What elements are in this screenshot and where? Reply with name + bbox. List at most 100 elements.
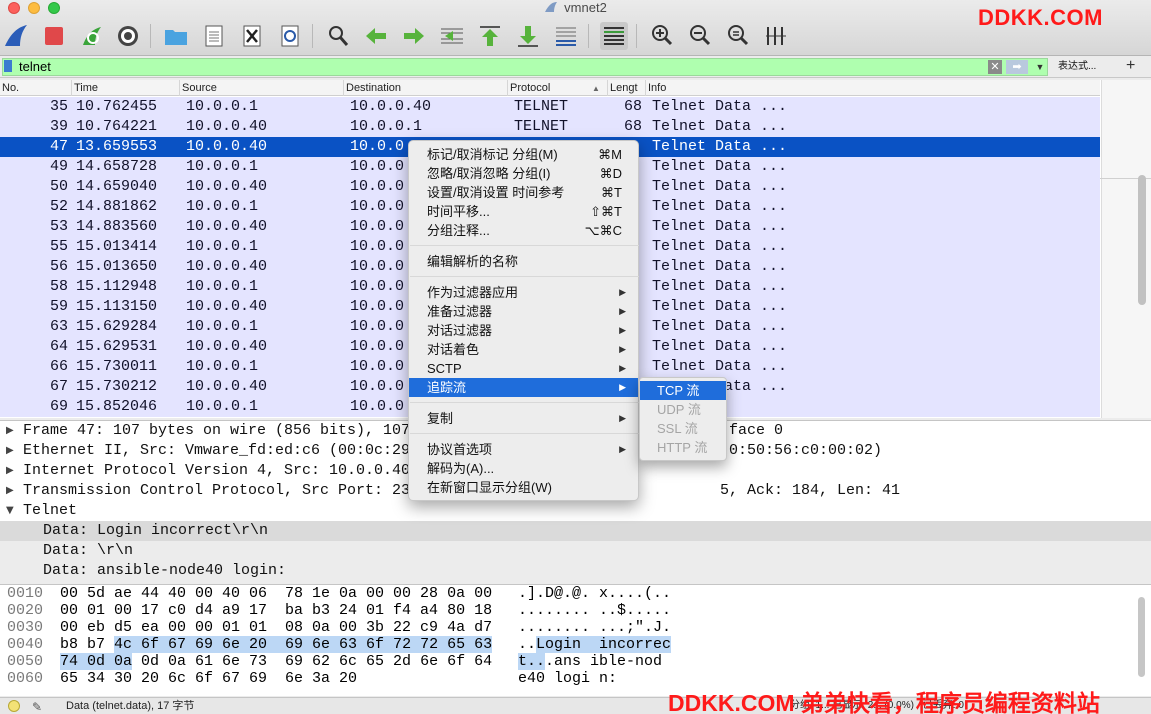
zoom-reset-icon[interactable] — [724, 22, 752, 50]
telnet-data-row[interactable]: Data: ansible-node40 login: — [0, 561, 1151, 581]
byte-offset: 0060 — [7, 670, 44, 687]
column-header-source[interactable]: Source — [180, 80, 344, 96]
ascii-bytes[interactable]: ..Login incorrec — [518, 636, 672, 653]
ascii-bytes[interactable]: ........ ..$..... — [518, 602, 671, 619]
packet-cell-info: Telnet Data ... — [652, 278, 788, 295]
packet-cell-info: Telnet Data ... — [652, 358, 788, 375]
ascii-segment: Login incorrec — [536, 636, 672, 653]
context-menu-item[interactable]: 标记/取消标记 分组(M) ⌘M — [409, 145, 638, 164]
context-menu-item[interactable]: 忽略/取消忽略 分组(I) ⌘D — [409, 164, 638, 183]
expert-info-led-icon[interactable] — [8, 700, 20, 712]
follow-stream-item[interactable]: TCP 流 — [640, 381, 726, 400]
packet-cell-time: 15.113150 — [76, 298, 158, 315]
goto-first-icon[interactable] — [476, 22, 504, 50]
bytes-row: 0010 00 5d ae 44 40 00 40 06 78 1e 0a 00 … — [0, 585, 1151, 602]
bookmark-icon[interactable] — [4, 60, 12, 72]
column-header-destination[interactable]: Destination — [344, 80, 508, 96]
packet-cell-no: 56 — [49, 258, 68, 275]
context-menu-item[interactable]: 准备过滤器 ▶ — [409, 302, 638, 321]
packet-cell-info: Telnet Data ... — [652, 178, 788, 195]
packet-row[interactable]: 39 10.764221 10.0.0.40 10.0.0.1 TELNET 68 Teln… — [0, 117, 1100, 137]
hex-bytes[interactable]: 00 5d ae 44 40 00 40 06 78 1e 0a 00 00 2… — [60, 585, 492, 602]
column-header-info[interactable]: Info — [646, 80, 1100, 96]
arrow-back-icon[interactable] — [362, 22, 390, 50]
context-menu-item[interactable]: 作为过滤器应用 ▶ — [409, 283, 638, 302]
ascii-bytes[interactable]: .].D@.@. x....(.. — [518, 585, 671, 602]
telnet-data-row[interactable]: Data: Login incorrect\r\n — [0, 521, 1151, 541]
context-menu-item[interactable]: SCTP ▶ — [409, 359, 638, 378]
hex-bytes[interactable]: 74 0d 0a 0d 0a 61 6e 73 69 62 6c 65 2d 6… — [60, 653, 492, 670]
add-filter-button[interactable]: + — [1126, 57, 1135, 75]
file-save-icon[interactable] — [200, 22, 228, 50]
resize-columns-icon[interactable] — [762, 22, 790, 50]
packet-cell-src: 10.0.0.40 — [186, 138, 268, 155]
context-menu-item[interactable]: 协议首选项 ▶ — [409, 440, 638, 459]
packet-cell-no: 50 — [49, 178, 68, 195]
stop-icon[interactable] — [40, 22, 68, 50]
collapsed-triangle-icon[interactable]: ▶ — [6, 481, 14, 501]
column-header-length[interactable]: Lengt — [608, 80, 646, 96]
packet-list-scroll-thumb[interactable] — [1138, 175, 1146, 305]
zoom-in-icon[interactable] — [648, 22, 676, 50]
context-menu-item[interactable]: 编辑解析的名称 — [409, 252, 638, 271]
arrow-forward-icon[interactable] — [400, 22, 428, 50]
packet-cell-no: 47 — [49, 138, 68, 155]
expanded-triangle-icon[interactable]: ▼ — [6, 501, 14, 521]
column-header-time[interactable]: Time — [72, 80, 180, 96]
packet-cell-dst: 10.0.0 — [350, 198, 405, 215]
context-menu-item[interactable]: 在新窗口显示分组(W) — [409, 478, 638, 497]
restart-icon[interactable] — [78, 22, 106, 50]
file-close-icon[interactable] — [238, 22, 266, 50]
packet-row[interactable]: 35 10.762455 10.0.0.1 10.0.0.40 TELNET 68 Teln… — [0, 97, 1100, 117]
apply-filter-icon[interactable]: ➡ — [1006, 60, 1028, 74]
detail-text: Internet Protocol Version 4, Src: 10.0.0… — [23, 462, 411, 479]
ascii-bytes[interactable]: e40 logi n: — [518, 670, 617, 687]
goto-packet-icon[interactable] — [438, 22, 466, 50]
autoscroll-icon[interactable] — [552, 22, 580, 50]
search-icon[interactable] — [324, 22, 352, 50]
packet-cell-dst: 10.0.0.1 — [350, 118, 423, 135]
hex-bytes[interactable]: 00 01 00 17 c0 d4 a9 17 ba b3 24 01 f4 a… — [60, 602, 492, 619]
context-menu-item[interactable]: 对话着色 ▶ — [409, 340, 638, 359]
column-header-no[interactable]: No. — [0, 80, 72, 96]
submenu-arrow-icon: ▶ — [619, 306, 626, 316]
gear-icon[interactable] — [114, 22, 142, 50]
collapsed-triangle-icon[interactable]: ▶ — [6, 421, 14, 441]
menu-item-label: 协议首选项 — [427, 442, 493, 457]
edit-comment-icon[interactable]: ✎ — [32, 699, 42, 714]
clear-filter-icon[interactable]: ✕ — [988, 60, 1002, 74]
menu-item-label: 准备过滤器 — [427, 304, 493, 319]
chevron-down-icon[interactable]: ▼ — [1034, 60, 1046, 74]
detail-text: Frame 47: 107 bytes on wire (856 bits), … — [23, 422, 411, 439]
detail-row[interactable]: ▼ Telnet — [0, 501, 1151, 521]
detail-text: Ethernet II, Src: Vmware_fd:ed:c6 (00:0c… — [23, 442, 411, 459]
ascii-segment: e40 logi n: — [518, 670, 618, 687]
shark-fin-icon[interactable] — [2, 22, 30, 50]
context-menu-item[interactable]: 时间平移... ⇧⌘T — [409, 202, 638, 221]
bytes-row: 0030 00 eb d5 ea 00 00 01 01 08 0a 00 3b … — [0, 619, 1151, 636]
folder-open-icon[interactable] — [162, 22, 190, 50]
ascii-bytes[interactable]: ........ ...;".J. — [518, 619, 671, 636]
zoom-out-icon[interactable] — [686, 22, 714, 50]
collapsed-triangle-icon[interactable]: ▶ — [6, 441, 14, 461]
context-menu-item[interactable]: 分组注释... ⌥⌘C — [409, 221, 638, 240]
context-menu-item[interactable]: 解码为(A)... — [409, 459, 638, 478]
packet-cell-dst: 10.0.0 — [350, 158, 405, 175]
hex-bytes[interactable]: b8 b7 4c 6f 67 69 6e 20 69 6e 63 6f 72 7… — [60, 636, 493, 653]
goto-last-icon[interactable] — [514, 22, 542, 50]
packet-cell-no: 66 — [49, 358, 68, 375]
byte-offset: 0040 — [7, 636, 44, 653]
context-menu-item[interactable]: 对话过滤器 ▶ — [409, 321, 638, 340]
telnet-data-row[interactable]: Data: \r\n — [0, 541, 1151, 561]
collapsed-triangle-icon[interactable]: ▶ — [6, 461, 14, 481]
context-menu-item[interactable]: 设置/取消设置 时间参考 ⌘T — [409, 183, 638, 202]
colorize-icon[interactable] — [600, 22, 628, 50]
expression-button[interactable]: 表达式... — [1058, 59, 1096, 75]
hex-bytes[interactable]: 00 eb d5 ea 00 00 01 01 08 0a 00 3b 22 c… — [60, 619, 492, 636]
context-menu-item[interactable]: 复制 ▶ — [409, 409, 638, 428]
hex-bytes[interactable]: 65 34 30 20 6c 6f 67 69 6e 3a 20 — [60, 670, 357, 687]
context-menu-item[interactable]: 追踪流 ▶ — [409, 378, 638, 397]
ascii-bytes[interactable]: t...ans ible-nod — [518, 653, 662, 670]
display-filter-input[interactable]: telnet — [2, 58, 1048, 76]
reload-icon[interactable] — [276, 22, 304, 50]
